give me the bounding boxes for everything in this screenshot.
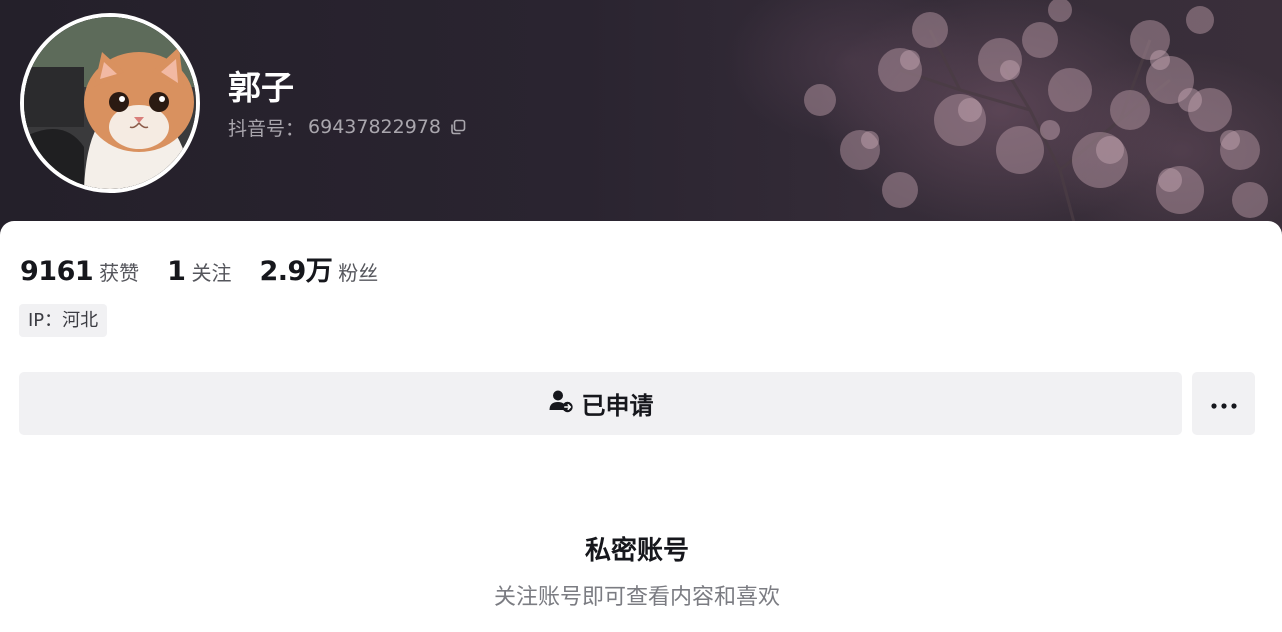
user-pending-icon: [548, 388, 574, 420]
private-account-title: 私密账号: [584, 536, 689, 566]
avatar[interactable]: [20, 13, 200, 193]
applied-label: 已申请: [581, 392, 654, 420]
copy-icon[interactable]: [449, 118, 467, 136]
stat-label: 关注: [191, 261, 232, 285]
private-account-description: 关注账号即可查看内容和喜欢: [493, 585, 780, 610]
profile-body: 9161 获赞 1 关注 2.9万 粉丝 IP：河北 已申请 私密账号 关注账号…: [0, 221, 1282, 632]
douyin-id-value: 69437822978: [308, 116, 441, 138]
stat-label: 粉丝: [338, 261, 379, 285]
stat-likes: 9161 获赞: [20, 256, 139, 287]
more-dots-icon: [1210, 394, 1237, 413]
stat-following[interactable]: 1 关注: [167, 256, 231, 287]
stat-value: 2.9万: [259, 256, 333, 287]
douyin-id-label: 抖音号：: [228, 117, 305, 140]
cat-avatar-image: [24, 17, 196, 189]
more-options-button[interactable]: [1192, 372, 1255, 435]
follow-request-applied-button[interactable]: 已申请: [19, 372, 1182, 435]
stat-followers[interactable]: 2.9万 粉丝: [259, 249, 378, 288]
stat-value: 9161: [20, 256, 94, 287]
ip-location-tag: IP：河北: [19, 304, 108, 337]
douyin-id-row: 抖音号： 69437822978: [228, 114, 467, 140]
profile-stats: 9161 获赞 1 关注 2.9万 粉丝: [20, 249, 406, 288]
nickname: 郭子: [228, 68, 294, 107]
profile-header: 郭子 抖音号： 69437822978: [0, 0, 1282, 245]
stat-value: 1: [167, 256, 186, 287]
stat-label: 获赞: [99, 261, 140, 285]
